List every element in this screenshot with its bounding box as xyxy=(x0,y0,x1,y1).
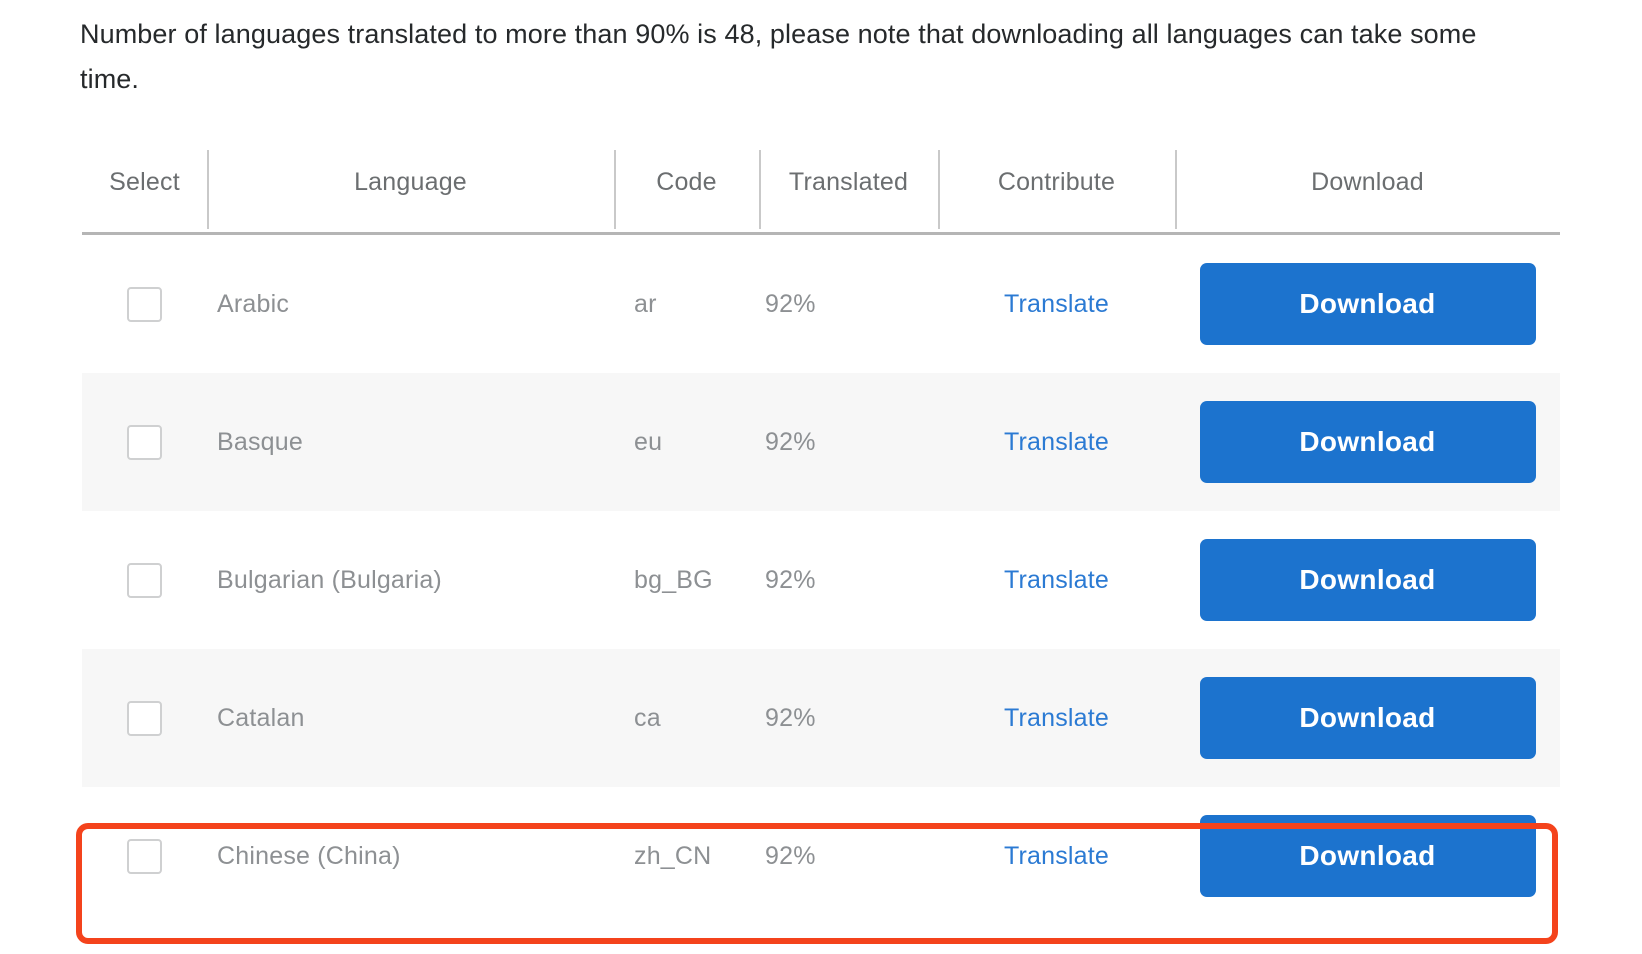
contribute-cell: Translate xyxy=(938,787,1175,925)
table-row: Catalan ca 92% Translate Download xyxy=(82,649,1560,787)
column-header-contribute: Contribute xyxy=(938,136,1175,229)
translated-percent: 92% xyxy=(765,703,816,732)
language-code: zh_CN xyxy=(634,841,712,870)
table-row: Basque eu 92% Translate Download xyxy=(82,373,1560,511)
page-root: Number of languages translated to more t… xyxy=(0,0,1642,954)
select-checkbox[interactable] xyxy=(127,562,162,598)
row-select-cell xyxy=(82,373,207,511)
contribute-cell: Translate xyxy=(938,649,1175,787)
select-checkbox[interactable] xyxy=(127,424,162,460)
translate-link[interactable]: Translate xyxy=(1004,842,1109,871)
translated-percent: 92% xyxy=(765,565,816,594)
download-button[interactable]: Download xyxy=(1199,401,1536,483)
language-name: Bulgarian (Bulgaria) xyxy=(217,565,442,594)
translate-link[interactable]: Translate xyxy=(1004,290,1109,319)
contribute-cell: Translate xyxy=(938,511,1175,649)
contribute-cell: Translate xyxy=(938,235,1175,373)
download-button[interactable]: Download xyxy=(1199,263,1536,345)
download-button[interactable]: Download xyxy=(1199,677,1536,759)
download-button[interactable]: Download xyxy=(1199,539,1536,621)
translate-link[interactable]: Translate xyxy=(1004,428,1109,457)
select-checkbox[interactable] xyxy=(127,286,162,322)
download-cell: Download xyxy=(1175,235,1560,373)
language-name: Chinese (China) xyxy=(217,841,401,870)
select-checkbox[interactable] xyxy=(127,838,162,874)
column-header-language: Language xyxy=(207,136,614,229)
language-name: Arabic xyxy=(217,289,290,318)
row-select-cell xyxy=(82,511,207,649)
language-code: ar xyxy=(634,289,657,318)
language-code: eu xyxy=(634,427,663,456)
translate-link[interactable]: Translate xyxy=(1004,704,1109,733)
download-button[interactable]: Download xyxy=(1199,815,1536,897)
intro-note: Number of languages translated to more t… xyxy=(80,19,1477,94)
column-header-download: Download xyxy=(1175,136,1560,229)
download-cell: Download xyxy=(1175,649,1560,787)
download-cell: Download xyxy=(1175,373,1560,511)
language-name: Catalan xyxy=(217,703,305,732)
language-name: Basque xyxy=(217,427,303,456)
translated-percent: 92% xyxy=(765,289,816,318)
languages-table: Select Language Code Translated Contribu… xyxy=(82,136,1560,925)
contribute-cell: Translate xyxy=(938,373,1175,511)
select-checkbox[interactable] xyxy=(127,700,162,736)
row-select-cell xyxy=(82,649,207,787)
translated-percent: 92% xyxy=(765,841,816,870)
table-header-row: Select Language Code Translated Contribu… xyxy=(82,136,1560,235)
translate-link[interactable]: Translate xyxy=(1004,566,1109,595)
column-header-translated: Translated xyxy=(759,136,938,229)
column-header-select: Select xyxy=(109,168,180,196)
language-code: bg_BG xyxy=(634,565,713,594)
column-header-code: Code xyxy=(614,136,759,229)
row-select-cell xyxy=(82,787,207,925)
table-row: Bulgarian (Bulgaria) bg_BG 92% Translate… xyxy=(82,511,1560,649)
table-body: Arabic ar 92% Translate Download Basque … xyxy=(82,235,1560,925)
download-cell: Download xyxy=(1175,787,1560,925)
download-cell: Download xyxy=(1175,511,1560,649)
language-code: ca xyxy=(634,703,661,732)
row-select-cell xyxy=(82,235,207,373)
table-row: Arabic ar 92% Translate Download xyxy=(82,235,1560,373)
translated-percent: 92% xyxy=(765,427,816,456)
table-row: Chinese (China) zh_CN 92% Translate Down… xyxy=(82,787,1560,925)
